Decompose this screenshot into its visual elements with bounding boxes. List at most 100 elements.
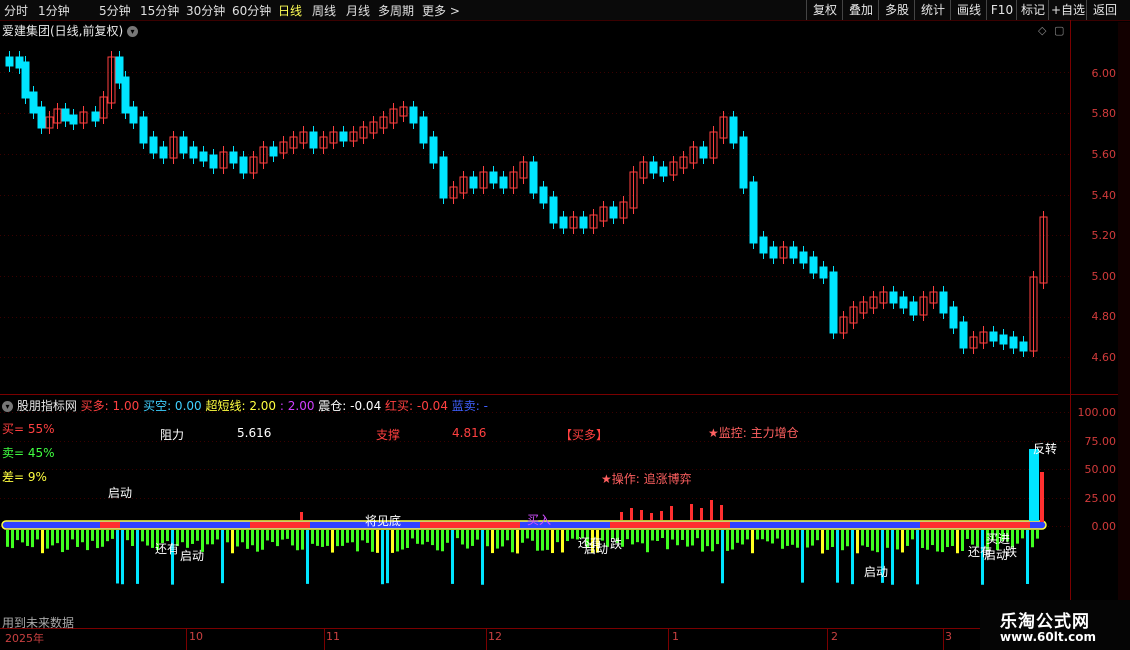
candle-body [959,321,968,349]
candle-body [789,246,798,259]
histogram-bar [426,530,429,542]
side-info-strip[interactable] [1118,22,1130,627]
candle-body [339,131,348,142]
param-buy-long: 买多: 1.00 [80,399,140,413]
candle-body [499,176,508,189]
histogram-bar-red [650,513,653,520]
candle-body [269,146,278,157]
histogram-bar [171,530,174,585]
ind-y-tick: 0.00 [1091,520,1117,533]
candle-body [549,196,558,224]
histogram-bar [896,530,899,550]
y-tick: 5.00 [1091,270,1117,283]
candle-body [799,251,808,264]
histogram-bar [211,530,214,545]
histogram-bar [571,530,574,539]
candle-body [129,106,138,124]
candle-body [739,136,748,189]
histogram-bar [196,530,199,541]
histogram-bar [66,530,69,550]
monitor-text: ★监控: 主力增仓 [708,426,799,440]
histogram-bar [846,530,849,547]
histogram-bar [696,530,699,539]
histogram-bar [806,530,809,548]
histogram-bar [766,530,769,542]
sell-percent: 卖= 45% [2,446,55,460]
histogram-bar [126,530,129,541]
date-label: 2025年 [5,632,44,645]
annotation-start: 启动 [108,486,133,500]
candle-body [819,266,828,279]
histogram-bar [51,530,54,546]
histogram-bar [391,530,394,553]
histogram-bar-red [710,500,713,520]
histogram-bar [386,530,389,584]
candle-body [829,271,838,334]
histogram-bar [561,530,564,553]
indicator-name[interactable]: 股朋指标网 [17,399,77,413]
histogram-bar [306,530,309,584]
histogram-bar [276,530,279,547]
candle-body [649,161,658,174]
histogram-bar [731,530,734,550]
histogram-bar [41,530,44,554]
histogram-bar [86,530,89,551]
histogram-bar [721,530,724,584]
histogram-bar [1016,530,1019,544]
histogram-bar [816,530,819,541]
histogram-bar [376,530,379,553]
candle-body [699,146,708,159]
annotation-buy: 买入 [527,513,552,527]
histogram-bar [891,530,894,585]
histogram-bar [536,530,539,551]
histogram-bar [231,530,234,554]
histogram-bar [396,530,399,552]
window-icon[interactable]: ▢ [1054,24,1064,37]
candle-body [579,216,588,229]
histogram-bar [641,530,644,544]
date-label: 11 [326,630,340,643]
histogram-bar [76,530,79,547]
title-dropdown-icon[interactable]: ▾ [127,26,139,37]
reversal-bar-red [1040,472,1044,522]
histogram-bar [441,530,444,552]
histogram-bar [136,530,139,584]
histogram-bar [796,530,799,548]
histogram-bar [856,530,859,554]
histogram-bar [6,530,9,547]
histogram-bar [111,530,114,539]
candle-body [439,156,448,199]
histogram-bar [366,530,369,543]
support-label: 支撑 [376,428,401,442]
histogram-bar [361,530,364,541]
date-label: 10 [189,630,203,643]
histogram-bar [761,530,764,540]
histogram-bar [521,530,524,543]
histogram-bar [131,530,134,546]
candle-body [199,151,208,162]
candle-body [419,116,428,144]
histogram-bar [431,530,434,546]
histogram-bar [716,530,719,545]
candle-body [5,56,14,67]
diff-percent: 差= 9% [2,470,47,484]
histogram-bar [411,530,414,539]
histogram-bar [246,530,249,549]
histogram-bar [836,530,839,583]
indicator-dropdown-icon[interactable]: ▾ [2,401,13,412]
histogram-bar [746,530,749,540]
histogram-bar [631,530,634,545]
param-ultra-short: 超短线: 2.00 [205,399,277,413]
ind-y-tick: 25.00 [1084,492,1117,505]
signal-track-segment [610,522,730,528]
histogram-bar [751,530,754,554]
date-label: 1 [672,630,679,643]
diamond-icon[interactable]: ◇ [1038,24,1046,37]
candle-body [469,176,478,189]
histogram-bar [381,530,384,585]
support-value: 4.816 [452,426,487,440]
param-blue-sell: 蓝卖: - [451,399,488,413]
watermark-url: www.60lt.com [1000,630,1097,644]
histogram-bar [966,530,969,539]
date-label: 12 [488,630,502,643]
